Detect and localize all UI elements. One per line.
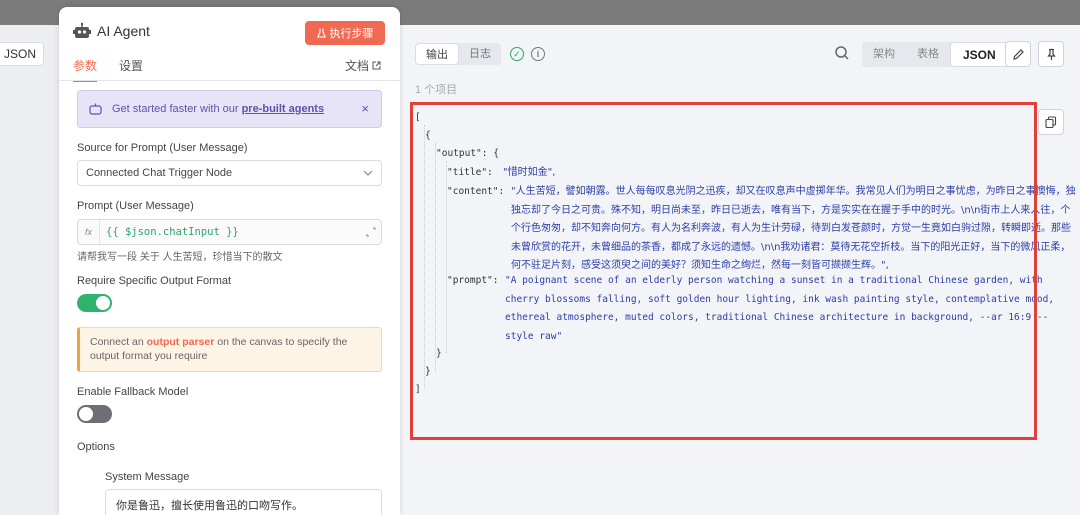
- tab-output[interactable]: 输出: [415, 43, 459, 65]
- external-link-icon: [372, 61, 381, 70]
- fx-icon: fx: [78, 220, 100, 244]
- pencil-icon: [1012, 48, 1024, 60]
- docs-label: 文档: [345, 59, 370, 73]
- require-format-toggle[interactable]: [77, 294, 112, 312]
- highlight-box: [410, 102, 1037, 440]
- source-prompt-label: Source for Prompt (User Message): [77, 142, 248, 154]
- fallback-model-toggle[interactable]: [77, 405, 112, 423]
- banner-text: Get started faster with our: [112, 103, 239, 115]
- toggle-knob: [96, 296, 110, 310]
- docs-link[interactable]: 文档: [345, 57, 381, 74]
- source-prompt-select[interactable]: Connected Chat Trigger Node: [77, 160, 382, 186]
- system-message-label: System Message: [105, 471, 190, 483]
- info-icon[interactable]: i: [531, 47, 545, 61]
- view-json[interactable]: JSON: [950, 42, 1009, 67]
- item-count: 1 个项目: [415, 84, 458, 96]
- output-parser-link[interactable]: output parser: [147, 336, 215, 348]
- check-circle-icon: ✓: [510, 47, 524, 61]
- pin-button[interactable]: [1038, 41, 1064, 67]
- source-prompt-value: Connected Chat Trigger Node: [86, 167, 233, 179]
- output-parser-notice: Connect an output parser on the canvas t…: [77, 327, 382, 372]
- tab-settings[interactable]: 设置: [119, 57, 143, 82]
- system-message-input[interactable]: 你是鲁迅，擅长使用鲁迅的口吻写作。: [105, 489, 382, 515]
- output-tabs: 输出 日志: [415, 43, 501, 65]
- tab-parameters[interactable]: 参数: [73, 57, 98, 82]
- execute-step-button[interactable]: 执行步骤: [305, 21, 385, 45]
- execute-step-label: 执行步骤: [329, 28, 374, 40]
- view-schema[interactable]: 架构: [862, 42, 906, 67]
- fallback-model-label: Enable Fallback Model: [77, 386, 189, 398]
- prompt-expression-input[interactable]: fx {{ $json.chatInput }}: [77, 219, 382, 245]
- notice-prefix: Connect an: [90, 336, 144, 348]
- node-tabs: 参数 设置: [73, 57, 143, 82]
- expand-icon[interactable]: [361, 220, 381, 244]
- node-title: AI Agent: [97, 23, 150, 39]
- tabs-divider: [59, 80, 400, 81]
- node-parameters-panel: AI Agent 执行步骤 参数 设置 文档 Get started faste…: [59, 7, 400, 515]
- robot-small-icon: [89, 103, 102, 115]
- edit-button[interactable]: [1005, 41, 1031, 67]
- close-icon[interactable]: ×: [361, 101, 369, 116]
- require-format-label: Require Specific Output Format: [77, 275, 232, 287]
- prebuilt-agents-link[interactable]: pre-built agents: [242, 103, 325, 115]
- flask-icon: [316, 28, 326, 38]
- prompt-label: Prompt (User Message): [77, 200, 194, 212]
- tab-logs[interactable]: 日志: [459, 43, 501, 65]
- view-table[interactable]: 表格: [906, 42, 950, 67]
- prompt-resolved-hint: 请帮我写一段 关于 人生苦短，珍惜当下的散文: [77, 252, 283, 263]
- chevron-down-icon: [363, 170, 373, 176]
- prebuilt-agents-banner: Get started faster with our pre-built ag…: [77, 90, 382, 128]
- robot-icon: [73, 22, 91, 38]
- search-icon[interactable]: [834, 45, 850, 61]
- options-label: Options: [77, 441, 115, 453]
- pin-icon: [1046, 48, 1056, 60]
- toggle-knob: [79, 407, 93, 421]
- background-json-button[interactable]: JSON: [0, 42, 44, 66]
- prompt-expression-value: {{ $json.chatInput }}: [106, 226, 239, 238]
- view-switch: 架构 表格 JSON: [862, 42, 1009, 67]
